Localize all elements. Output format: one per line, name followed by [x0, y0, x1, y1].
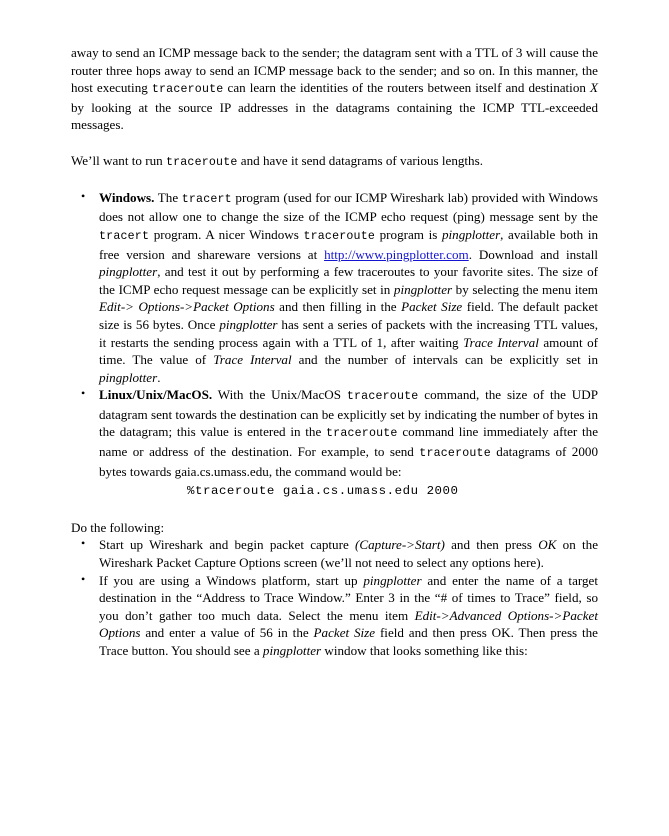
- step2-seg-3: and enter a value of 56 in the: [140, 625, 314, 641]
- windows-seg-13: and the number of intervals can be expli…: [291, 352, 598, 368]
- paragraph-icmp-ttl: away to send an ICMP message back to the…: [71, 44, 598, 134]
- windows-seg-6: . Download and install: [468, 246, 598, 262]
- app-name-pingplotter: pingplotter: [99, 264, 158, 280]
- paragraph-1-segment-2: can learn the identities of the routers …: [223, 80, 590, 96]
- field-name-packet-size: Packet Size: [313, 625, 376, 641]
- step-pingplotter-setup: If you are using a Windows platform, sta…: [71, 571, 598, 660]
- inline-code-traceroute: traceroute: [303, 229, 376, 243]
- field-name-trace-interval: Trace Interval: [213, 352, 292, 368]
- linux-unix-macos-bullet: Linux/Unix/MacOS. With the Unix/MacOS tr…: [71, 385, 598, 480]
- app-name-pingplotter: pingplotter: [99, 369, 158, 385]
- inline-code-traceroute: traceroute: [346, 390, 419, 404]
- paragraph-2-segment-2: and have it send datagrams of various le…: [237, 152, 483, 168]
- field-name-packet-size: Packet Size: [401, 299, 463, 315]
- linux-bullet-lead: Linux/Unix/MacOS.: [99, 387, 213, 403]
- windows-seg-9: and then filling in the: [274, 299, 402, 315]
- paragraph-spacer-3: [71, 501, 598, 519]
- command-example-line: %traceroute gaia.cs.umass.edu 2000: [71, 480, 598, 501]
- inline-code-traceroute: traceroute: [419, 447, 491, 461]
- windows-seg-14: .: [157, 369, 161, 385]
- inline-code-traceroute: traceroute: [326, 427, 398, 441]
- step-bullet-list: Start up Wireshark and begin packet capt…: [71, 535, 598, 660]
- windows-seg-3: program. A nicer Windows: [149, 226, 304, 242]
- app-name-pingplotter: pingplotter: [441, 226, 501, 242]
- command-example-text: %traceroute gaia.cs.umass.edu 2000: [187, 484, 459, 499]
- paragraph-1-segment-3: by looking at the source IP addresses in…: [71, 99, 598, 133]
- windows-seg-4: program is: [375, 226, 442, 242]
- variable-x: X: [589, 80, 598, 96]
- pingplotter-link[interactable]: http://www.pingplotter.com: [324, 247, 469, 262]
- menu-path-capture-start: (Capture->Start): [355, 537, 445, 553]
- app-name-pingplotter: pingplotter: [219, 316, 278, 332]
- windows-seg-8: by selecting the menu item: [452, 281, 598, 297]
- inline-code-tracert: tracert: [181, 192, 232, 206]
- step1-seg-1: Start up Wireshark and begin packet capt…: [99, 537, 356, 553]
- step1-seg-2: and then press: [444, 537, 539, 553]
- paragraph-run-traceroute: We’ll want to run traceroute and have it…: [71, 152, 598, 172]
- menu-path-packet-options: Edit-> Options->Packet Options: [99, 299, 275, 315]
- app-name-pingplotter: pingplotter: [393, 281, 453, 297]
- field-name-trace-interval: Trace Interval: [463, 334, 539, 350]
- inline-code-tracert: tracert: [99, 229, 150, 243]
- step2-seg-1: If you are using a Windows platform, sta…: [99, 572, 364, 588]
- inline-code-traceroute: traceroute: [165, 155, 238, 169]
- app-name-pingplotter: pingplotter: [262, 643, 322, 658]
- linux-seg-1: With the Unix/MacOS: [212, 387, 347, 403]
- windows-bullet: Windows. The tracert program (used for o…: [71, 188, 598, 387]
- paragraph-spacer-2: [71, 171, 598, 189]
- windows-bullet-lead: Windows.: [99, 189, 155, 205]
- app-name-pingplotter: pingplotter: [363, 572, 422, 588]
- paragraph-spacer-1: [71, 134, 598, 152]
- step2-seg-5: window that looks something like this:: [321, 643, 528, 658]
- inline-code-traceroute: traceroute: [151, 83, 224, 97]
- document-page: away to send an ICMP message back to the…: [0, 0, 669, 836]
- platform-bullet-list: Windows. The tracert program (used for o…: [71, 188, 598, 481]
- paragraph-2-segment-1: We’ll want to run: [71, 152, 166, 168]
- step-wireshark-capture: Start up Wireshark and begin packet capt…: [71, 535, 598, 571]
- windows-seg-1: The: [154, 189, 182, 205]
- do-the-following-heading: Do the following:: [71, 519, 165, 535]
- button-label-ok: OK: [538, 537, 557, 553]
